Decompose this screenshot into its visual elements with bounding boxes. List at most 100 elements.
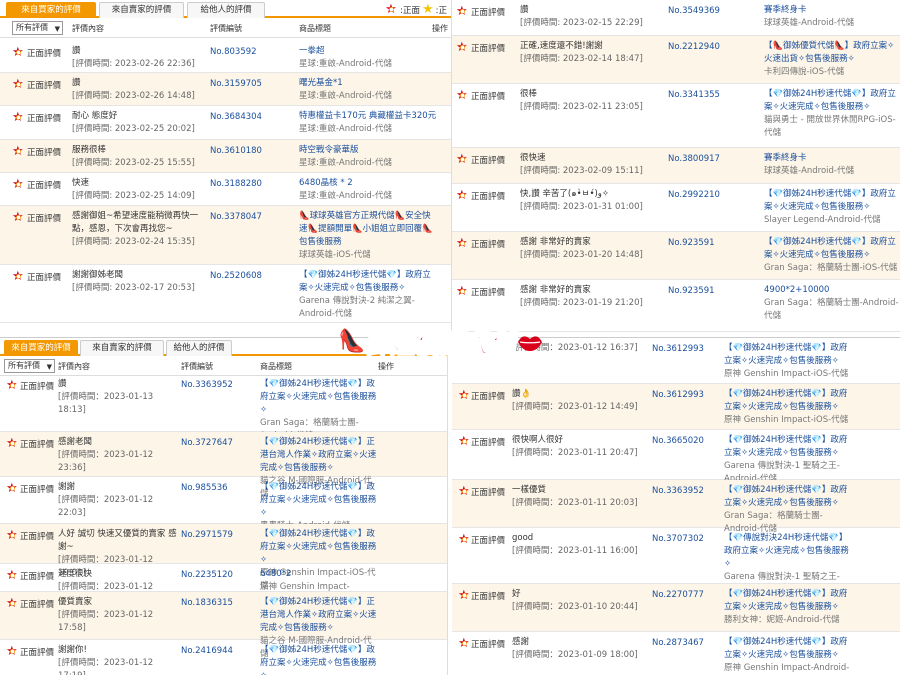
review-type: 正面評價 (471, 536, 506, 546)
comment-text: 讚 (72, 78, 81, 88)
product-title-link[interactable]: 特惠權益卡170元 典藏權益卡320元 (299, 110, 439, 123)
order-number-link[interactable]: No.3684304 (210, 112, 262, 122)
order-number-link[interactable]: No.3363952 (652, 486, 704, 496)
order-number-link[interactable]: No.3612993 (652, 344, 704, 354)
product-title[interactable]: 【💎御姊24H秒速代儲💎】政府立案✧火速完成✧包售後服務✧ Garena 傳說對決… (299, 269, 439, 321)
tab-from-buyers[interactable]: 來自買家的評價 (6, 2, 96, 18)
product-title-link[interactable]: 【💎御姊24H秒速代儲💎】政府立案✧火速完成✧包售後服務✧ (764, 188, 900, 214)
review-filter-select[interactable]: 所有評價 (4, 359, 55, 373)
product-title[interactable]: 賽季終身卡 球球英雄-Android-代儲 (764, 152, 900, 178)
product-title-link[interactable]: 【💎御姊24H秒速代儲💎】政府立案✧火速完成✧包售後服務✧ (724, 342, 850, 368)
review-row: 正面評價快速 [評價時間: 2023-02-25 14:09] No.3188280… (0, 173, 451, 206)
product-title[interactable]: 特惠權益卡170元 典藏權益卡320元 星球:重啟-Android-代儲 (299, 110, 439, 136)
product-title[interactable]: 【💎御姊24H秒速代儲💎】政府立案✧火速完成✧包售後服務✧ Gran Saga：格… (764, 236, 900, 275)
order-number-link[interactable]: No.2270777 (652, 590, 704, 600)
order-number-link[interactable]: No.2971579 (181, 530, 233, 540)
product-title-link[interactable]: 【💎御姊24H秒速代儲💎】政府立案✧火速完成✧包售後服務✧ (260, 378, 378, 417)
review-comment: 感謝御姐~希望速度能稍微再快一點，感恩，下次會再找您~ [評價時間: 2023-0… (72, 210, 204, 249)
order-number-link[interactable]: No.3549369 (668, 6, 720, 16)
product-title-link[interactable]: 賽季終身卡 (764, 152, 900, 165)
order-number-link[interactable]: No.3159705 (210, 79, 262, 89)
order-number-link[interactable]: No.2235120 (181, 570, 233, 580)
product-title-link[interactable]: 【💎御姊24H秒速代儲💎】政府立案✧火速完成✧包售後服務✧ (724, 588, 850, 614)
product-title[interactable]: 【💎御姊24H秒速代儲💎】政府立案✧火速完成✧包售後服務✧ Garena 傳說對決… (724, 434, 850, 486)
order-number-link[interactable]: No.2520608 (210, 271, 262, 281)
product-title-link[interactable]: 時空戰令豪華版 (299, 144, 439, 157)
tab-from-buyers[interactable]: 來自買家的評價 (4, 340, 78, 356)
product-title-link[interactable]: 【💎御姊24H秒速代儲💎】政府立案✧火速完成✧包售後服務✧ (724, 388, 850, 414)
review-row: 正面評價讚 [評價時間: 2023-02-26 22:36] No.803592 一拳… (0, 41, 451, 73)
product-title-link[interactable]: 【💎御姊24H秒速代儲💎】政府立案✧火速完成✧包售後服務✧ (764, 236, 900, 262)
order-number-link[interactable]: No.803592 (210, 47, 257, 57)
review-type: 正面評價 (471, 640, 506, 650)
order-number-link[interactable]: No.3727647 (181, 438, 233, 448)
positive-summary-label: :正面 (400, 5, 420, 16)
product-title[interactable]: 曙光基金*1 星球:重啟-Android-代儲 (299, 77, 439, 103)
product-title[interactable]: 6480晶核 * 2 星球:重啟-Android-代儲 (299, 177, 439, 203)
product-title[interactable]: 【💎御姊24H秒速代儲💎】政府立案✧火速完成✧包售後服務✧ Slayer Lege… (764, 188, 900, 227)
product-title-link[interactable]: 【💎御姊24H秒速代儲💎】正港台灣人作業✧政府立案✧火速完成✧包售後服務✧ (260, 436, 378, 475)
product-title-link[interactable]: 6480晶核 * 2 (299, 177, 439, 190)
product-title[interactable]: 【💎御姊24H秒速代儲💎】政府立案✧火速完成✧包售後服務✧ 原神 Genshin … (724, 636, 850, 675)
order-number-link[interactable]: No.3188280 (210, 179, 262, 189)
order-number-link[interactable]: No.3610180 (210, 146, 262, 156)
order-number-link[interactable]: No.3665020 (652, 436, 704, 446)
comment-text: 謝謝御姊老闆 (72, 270, 124, 280)
product-title-link[interactable]: 賽季終身卡 (764, 4, 900, 17)
product-title[interactable]: 【💎御姊24H秒速代儲💎】政府立案✧火速完成✧包售後服務✧ 勝利女神：妮姬-And… (724, 588, 850, 627)
order-number-link[interactable]: No.2212940 (668, 42, 720, 52)
product-title-link[interactable]: 【💎御姊24H秒速代儲💎】政府立案✧火速完成✧包售後服務✧ (260, 644, 378, 675)
product-title-link[interactable]: 【💎御姊24H秒速代儲💎】政府立案✧火速完成✧包售後服務✧ (724, 484, 850, 510)
review-row: 正面評價很快啊人很好 [評價時間：2023-01-11 20:47] No.3665… (452, 430, 900, 484)
order-number-link[interactable]: No.3378047 (210, 212, 262, 222)
order-number-link[interactable]: No.3341355 (668, 90, 720, 100)
product-title-link[interactable]: 👠球球英雄官方正規代儲👠安全快速👠提額開單👠小姐姐立即回覆👠包售後服務 (299, 210, 439, 249)
tab-from-sellers[interactable]: 來自賣家的評價 (80, 340, 164, 356)
product-title-link[interactable]: 曙光基金*1 (299, 77, 439, 90)
product-title-link[interactable]: 【💎傳說對決24H秒速代儲💎】政府立案✧火速完成✧包售後服務✧ (724, 532, 850, 571)
product-title[interactable]: 👠球球英雄官方正規代儲👠安全快速👠提額開單👠小姐姐立即回覆👠包售後服務 球球英雄-… (299, 210, 439, 262)
order-number-link[interactable]: No.2992210 (668, 190, 720, 200)
product-title-link[interactable]: 【💎御姊24H秒速代儲💎】政府立案✧火速完成✧包售後服務✧ (724, 636, 850, 662)
order-number-link[interactable]: No.3800917 (668, 154, 720, 164)
tab-from-sellers[interactable]: 來自賣家的評價 (99, 2, 184, 18)
product-title-link[interactable]: 【💎御姊24H秒速代儲💎】政府立案✧火速完成✧包售後服務✧ (764, 88, 900, 114)
order-number-link[interactable]: No.1836315 (181, 598, 233, 608)
product-title[interactable]: 4900*2+10000 Gran Saga：格蘭騎士團-Android-代儲 (764, 284, 900, 323)
order-number-link[interactable]: No.3363952 (181, 380, 233, 390)
product-title-link[interactable]: 【👠御姊優質代儲👠】政府立案✧火速出貨✧包售後服務✧ (764, 40, 900, 66)
product-title-link[interactable]: 【💎御姊24H秒速代儲💎】政府立案✧火速完成✧包售後服務✧ (260, 481, 378, 520)
order-number-link[interactable]: No.2416944 (181, 646, 233, 656)
product-title-link[interactable]: 【💎御姊24H秒速代儲💎】政府立案✧火速完成✧包售後服務✧ (260, 528, 378, 567)
product-title-link[interactable]: 4900*2+10000 (764, 284, 900, 297)
product-title[interactable]: 【💎御姊24H秒速代儲💎】政府立案✧火速完成✧包售後服務✧ 原神 Genshin … (724, 388, 850, 427)
review-time: [評價時間: 2023-02-24 15:35] (72, 237, 195, 247)
tab-given-to-others[interactable]: 給他人的評價 (166, 340, 232, 356)
product-title-link[interactable]: 【💎御姊24H秒速代儲💎】正港台灣人作業✧政府立案✧火速完成✧包售後服務✧ (260, 596, 378, 635)
order-number-link[interactable]: No.923591 (668, 286, 715, 296)
review-comment: good [評價時間：2023-01-11 16:00] (512, 532, 650, 558)
header-action: 操作 (378, 362, 394, 371)
product-title[interactable]: 賽季終身卡 球球英雄-Android-代儲 (764, 4, 900, 30)
product-title-link[interactable]: 一拳超 (299, 45, 439, 58)
product-title[interactable]: 【👠御姊優質代儲👠】政府立案✧火速出貨✧包售後服務✧ 卡利四傳說-iOS-代儲 (764, 40, 900, 79)
order-number-link[interactable]: No.985536 (181, 483, 228, 493)
order-number-link[interactable]: No.2873467 (652, 638, 704, 648)
product-title[interactable]: 一拳超 星球:重啟-Android-代儲 (299, 45, 439, 71)
product-title[interactable]: 【💎御姊24H秒速代儲💎】政府立案✧火速完成✧包售後服務✧ 原神 Genshin … (724, 342, 850, 381)
review-filter-select[interactable]: 所有評價 (12, 21, 63, 35)
comment-text: 快速 (72, 178, 90, 188)
product-title-link[interactable]: 【💎御姊24H秒速代儲💎】政府立案✧火速完成✧包售後服務✧ (299, 269, 439, 295)
comment-text: 速度很快 (58, 569, 93, 579)
product-title-link[interactable]: 【💎御姊24H秒速代儲💎】政府立案✧火速完成✧包售後服務✧ (724, 434, 850, 460)
review-time: [評價時間: 2023-02-26 22:36] (72, 59, 195, 69)
positive-review-icon (12, 78, 25, 91)
product-title[interactable]: 時空戰令豪華版 星球:重啟-Android-代儲 (299, 144, 439, 170)
order-number-link[interactable]: No.3707302 (652, 534, 704, 544)
product-title[interactable]: 【💎御姊24H秒速代儲💎】政府立案✧火速完成✧包售後服務✧ 貓與勇士 - 開放世界… (764, 88, 900, 140)
product-title-link[interactable]: 6480*2 (260, 568, 378, 581)
tab-given-to-others[interactable]: 給他人的評價 (187, 2, 265, 18)
product-title[interactable]: 【💎御姊24H秒速代儲💎】政府立案✧火速完成✧包售後服務✧ (260, 644, 378, 675)
order-number-link[interactable]: No.3612993 (652, 390, 704, 400)
order-number-link[interactable]: No.923591 (668, 238, 715, 248)
